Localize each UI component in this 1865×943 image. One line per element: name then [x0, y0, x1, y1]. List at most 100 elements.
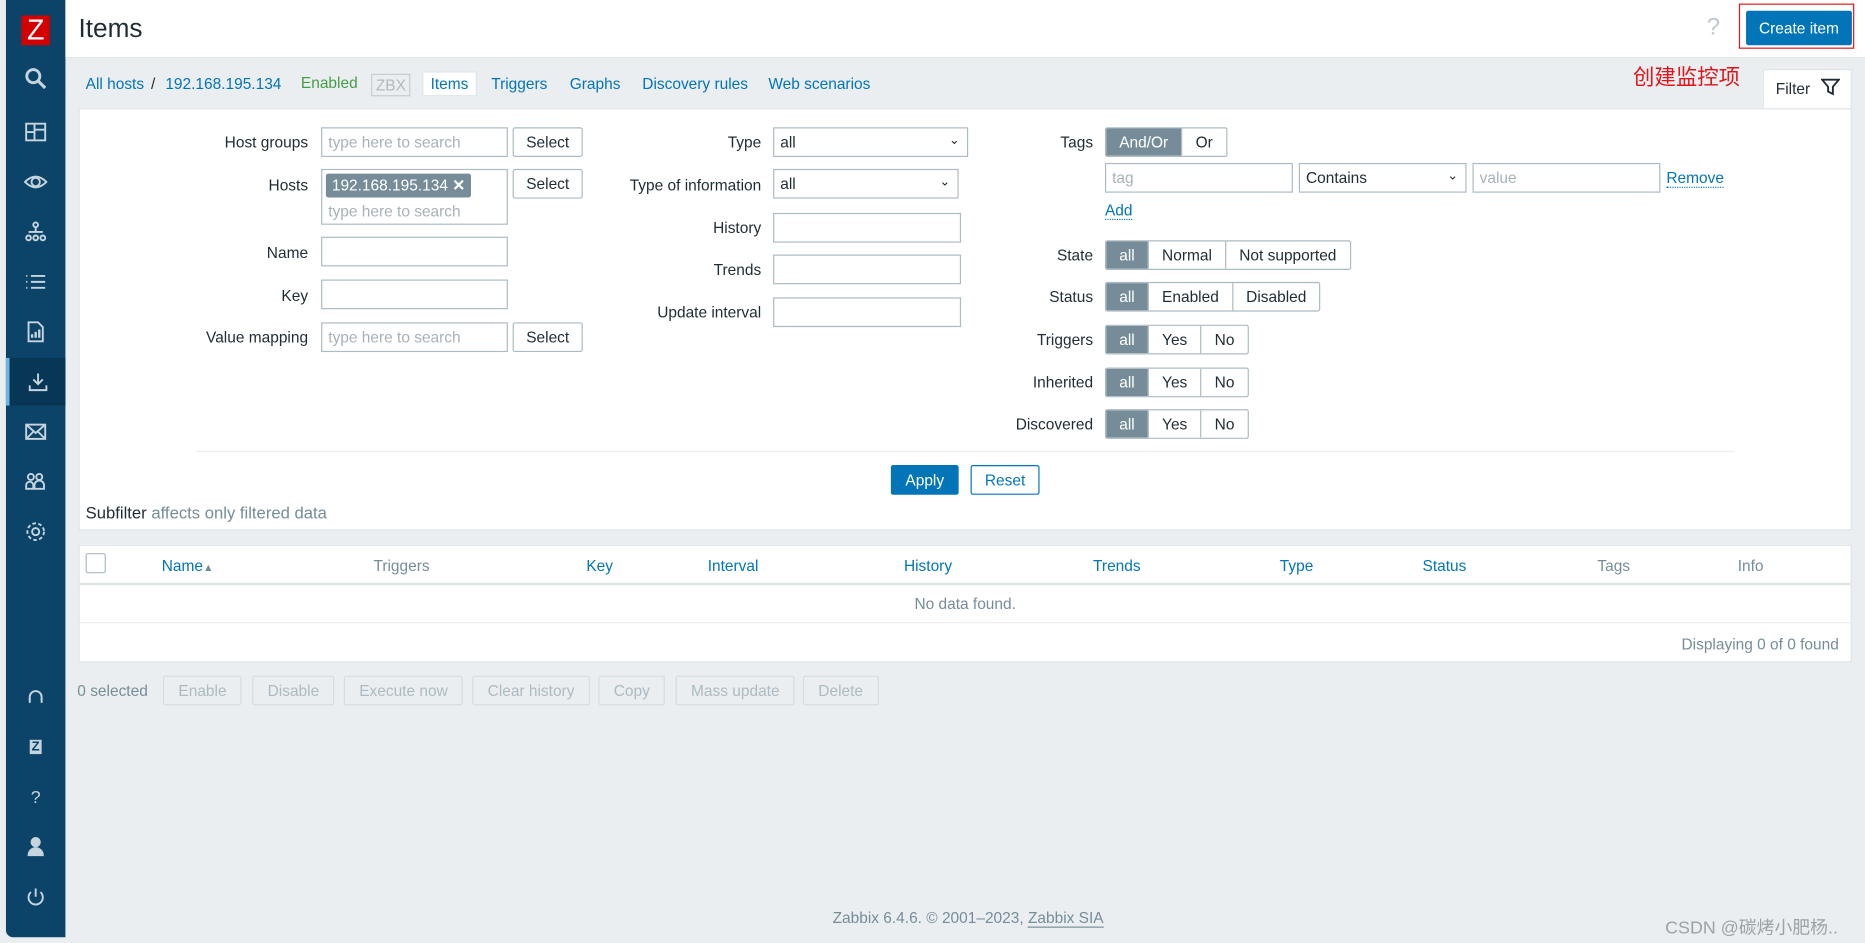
type-of-information-select[interactable]: all ⌄: [773, 168, 959, 199]
status-toggle[interactable]: all Enabled Disabled: [1104, 281, 1321, 312]
discovered-yes[interactable]: Yes: [1147, 410, 1201, 438]
tag-name-input[interactable]: tag: [1104, 162, 1293, 193]
report-icon[interactable]: [6, 308, 65, 356]
host-chip-label: 192.168.195.134: [331, 176, 448, 194]
breadcrumb-host[interactable]: 192.168.195.134: [165, 75, 281, 93]
enable-button[interactable]: Enable: [162, 675, 243, 706]
inherited-no[interactable]: No: [1200, 368, 1247, 397]
watermark: CSDN @碳烤小肥杨..: [1665, 918, 1838, 939]
hosts-search-placeholder[interactable]: type here to search: [326, 197, 503, 220]
name-input[interactable]: [321, 236, 508, 267]
zbx-availability-badge: ZBX: [371, 73, 411, 97]
tab-items[interactable]: Items: [422, 71, 477, 97]
triggers-toggle[interactable]: all Yes No: [1104, 324, 1249, 355]
user-icon[interactable]: [6, 823, 65, 871]
status-enabled[interactable]: Enabled: [1147, 283, 1232, 311]
tags-or-option[interactable]: Or: [1181, 128, 1226, 156]
value-mapping-input[interactable]: type here to search: [321, 322, 508, 353]
envelope-icon[interactable]: [6, 408, 65, 456]
apply-button[interactable]: Apply: [890, 465, 959, 495]
column-interval[interactable]: Interval: [708, 557, 759, 575]
search-icon[interactable]: [6, 55, 65, 103]
filter-tab[interactable]: Filter: [1762, 68, 1852, 110]
remove-chip-icon[interactable]: ✕: [452, 176, 465, 194]
status-disabled[interactable]: Disabled: [1231, 283, 1320, 311]
discovered-no[interactable]: No: [1200, 410, 1247, 438]
state-not-supported[interactable]: Not supported: [1224, 241, 1349, 269]
tab-graphs[interactable]: Graphs: [570, 75, 621, 93]
zabbix-sia-link[interactable]: Zabbix SIA: [1027, 908, 1104, 928]
breadcrumb-separator: /: [151, 74, 156, 93]
triggers-yes[interactable]: Yes: [1147, 325, 1201, 354]
delete-button[interactable]: Delete: [802, 675, 879, 706]
gear-icon[interactable]: [6, 508, 65, 556]
tag-operator-value: Contains: [1305, 168, 1367, 187]
column-key[interactable]: Key: [586, 557, 613, 575]
sort-ascending-icon: ▲: [203, 561, 214, 574]
inherited-toggle[interactable]: all Yes No: [1104, 367, 1249, 398]
history-input[interactable]: [773, 212, 962, 243]
host-groups-input[interactable]: type here to search: [321, 127, 508, 158]
users-icon[interactable]: [6, 458, 65, 506]
host-status[interactable]: Enabled: [301, 74, 358, 92]
subfilter-note: affects only filtered data: [151, 503, 327, 523]
hierarchy-icon[interactable]: [6, 208, 65, 256]
items-table: Name▲ Triggers Key Interval History Tren…: [78, 544, 1852, 663]
mass-update-button[interactable]: Mass update: [675, 675, 796, 706]
clear-history-button[interactable]: Clear history: [472, 675, 590, 706]
column-triggers: Triggers: [373, 556, 430, 575]
triggers-no[interactable]: No: [1200, 325, 1247, 354]
value-mapping-select-button[interactable]: Select: [512, 322, 583, 353]
zabbix-logo[interactable]: Z: [21, 15, 50, 46]
eye-icon[interactable]: [6, 158, 65, 206]
column-history[interactable]: History: [904, 557, 952, 575]
column-status[interactable]: Status: [1423, 557, 1467, 575]
column-name[interactable]: Name▲: [162, 557, 214, 575]
inherited-all[interactable]: all: [1106, 368, 1148, 397]
column-info: Info: [1737, 556, 1764, 575]
tab-triggers[interactable]: Triggers: [491, 75, 547, 93]
reset-button[interactable]: Reset: [970, 465, 1040, 495]
tab-web-scenarios[interactable]: Web scenarios: [768, 75, 870, 93]
state-all[interactable]: all: [1106, 241, 1148, 269]
tags-and-or-option[interactable]: And/Or: [1106, 128, 1182, 156]
footer-text: Zabbix 6.4.6. © 2001–2023,: [832, 908, 1028, 927]
value-mapping-label: Value mapping: [206, 328, 309, 347]
dashboard-icon[interactable]: [6, 108, 65, 156]
tags-evaltype-toggle[interactable]: And/Or Or: [1104, 127, 1228, 158]
column-type[interactable]: Type: [1280, 557, 1314, 575]
execute-now-button[interactable]: Execute now: [343, 675, 464, 706]
inherited-yes[interactable]: Yes: [1147, 368, 1201, 397]
help-icon[interactable]: ?: [1707, 14, 1720, 41]
header-divider: [79, 582, 1851, 586]
power-icon[interactable]: [6, 873, 65, 921]
zabbix-z-icon[interactable]: Z: [6, 723, 65, 771]
add-tag-link[interactable]: Add: [1104, 202, 1133, 221]
name-label: Name: [266, 243, 309, 262]
question-icon[interactable]: ?: [6, 773, 65, 821]
select-all-checkbox[interactable]: [85, 553, 106, 574]
disable-button[interactable]: Disable: [252, 675, 335, 706]
hosts-multiselect[interactable]: 192.168.195.134 ✕ type here to search: [321, 168, 508, 225]
copy-button[interactable]: Copy: [598, 675, 666, 706]
state-normal[interactable]: Normal: [1147, 241, 1225, 269]
trends-label: Trends: [713, 260, 762, 279]
headset-icon[interactable]: [6, 673, 65, 721]
list-icon[interactable]: [6, 258, 65, 306]
download-icon[interactable]: [5, 358, 66, 406]
type-value: all: [780, 133, 796, 152]
discovered-all[interactable]: all: [1106, 410, 1148, 438]
tag-operator-select[interactable]: Contains ⌄: [1298, 162, 1467, 193]
discovered-toggle[interactable]: all Yes No: [1104, 409, 1249, 439]
tag-value-input[interactable]: value: [1472, 162, 1661, 193]
triggers-all[interactable]: all: [1106, 325, 1148, 354]
tab-discovery-rules[interactable]: Discovery rules: [642, 75, 748, 93]
state-toggle[interactable]: all Normal Not supported: [1104, 240, 1351, 270]
column-trends[interactable]: Trends: [1093, 557, 1141, 575]
breadcrumb-all-hosts[interactable]: All hosts: [86, 75, 144, 93]
status-all[interactable]: all: [1106, 283, 1148, 311]
remove-tag-link[interactable]: Remove: [1666, 169, 1724, 188]
key-input[interactable]: [321, 279, 508, 310]
discovered-label: Discovered: [1015, 415, 1094, 433]
history-label: History: [713, 218, 762, 237]
